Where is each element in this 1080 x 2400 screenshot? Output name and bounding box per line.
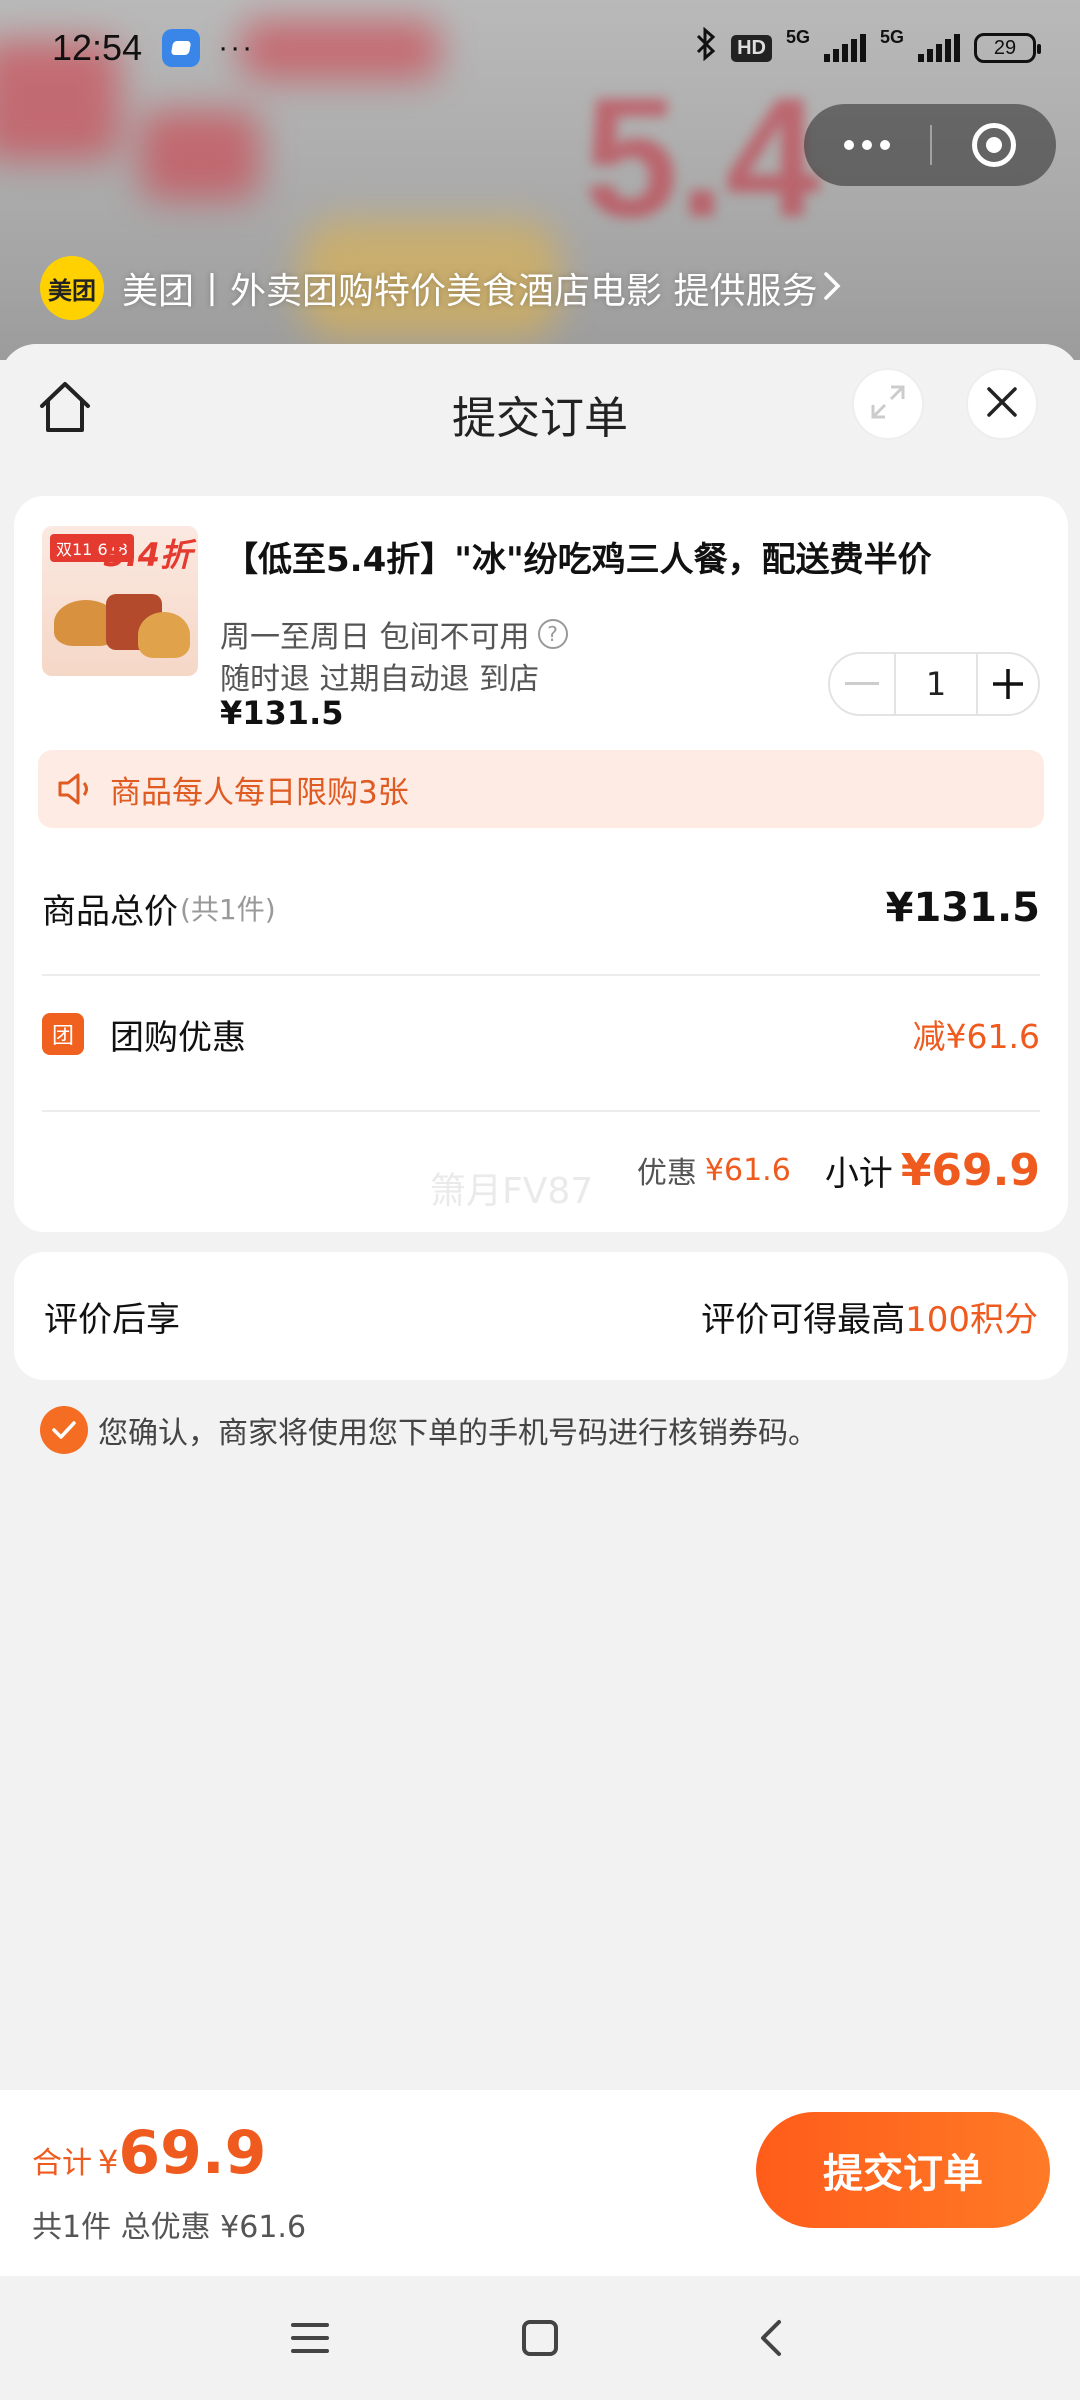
status-bar: 12:54 ··· HD 5G 5G 29 [0,0,1080,96]
review-reward-prefix: 评价可得最高 [701,1299,906,1340]
chevron-right-icon [823,266,841,310]
decrease-quantity-button[interactable] [830,654,894,714]
availability-text: 周一至周日 包间不可用 [220,620,530,655]
speaker-icon [58,773,88,805]
mini-program-capsule [804,104,1056,186]
checkout-bar: 合计 ¥ 69.9 共1件 总优惠 ¥61.6 提交订单 [0,2090,1080,2276]
signal-icon-1 [823,34,866,62]
battery-icon: 29 [974,33,1041,63]
meituan-logo: 美团 [40,256,104,320]
product-image-discount: 5.4折 [103,536,192,574]
home-nav-icon[interactable] [425,2318,655,2358]
grand-total-label: 合计 [32,2146,92,2181]
phone-confirm: 您确认，商家将使用您下单的手机号码进行核销券码。 [40,1406,818,1454]
order-sheet: 提交订单 双11 618 5.4折 【低至5.4折】"冰"纷吃鸡三人餐，配送费半… [0,344,1080,2090]
expand-button[interactable] [852,368,924,440]
network-type-1: 5G [785,26,810,47]
purchase-limit-notice: 商品每人每日限购3张 [38,750,1044,828]
divider [42,974,1040,976]
grand-total-amount: 69.9 [118,2118,267,2188]
help-icon[interactable]: ? [537,619,568,649]
subtotal-row: 优惠 ¥61.6 小计 ¥69.9 [42,1128,1040,1212]
total-price-label: 商品总价 [42,891,178,932]
network-type-2: 5G [879,26,904,47]
system-navigation-bar [0,2276,1080,2400]
order-summary: 共1件 总优惠 ¥61.6 [32,2210,307,2245]
order-card: 双11 618 5.4折 【低至5.4折】"冰"纷吃鸡三人餐，配送费半价 周一至… [14,496,1068,1232]
expand-icon [869,383,907,425]
review-reward-label: 评价后享 [44,1299,180,1340]
provider-text: 美团丨外卖团购特价美食酒店电影 提供服务 [122,271,818,312]
subtotal-discount-value: ¥61.6 [704,1152,791,1188]
increase-quantity-button[interactable] [978,654,1038,714]
checkbox-checked-icon[interactable] [40,1406,88,1454]
grand-total: 合计 ¥ 69.9 [32,2118,266,2188]
subtotal-label: 小计 [824,1153,893,1194]
confirm-text: 您确认，商家将使用您下单的手机号码进行核销券码。 [98,1416,818,1451]
notice-text: 商品每人每日限购3张 [110,774,409,811]
service-provider-link[interactable]: 美团 美团丨外卖团购特价美食酒店电影 提供服务 [40,256,841,320]
group-buy-icon: 团 [42,1013,84,1055]
divider [42,1110,1040,1112]
close-button[interactable] [966,368,1038,440]
menu-icon[interactable] [195,2321,425,2355]
hd-icon: HD [731,34,772,62]
group-discount-row: 团 团购优惠 减¥61.6 [42,994,1040,1074]
quantity-stepper: 1 [828,652,1040,716]
review-reward-card[interactable]: 评价后享 评价可得最高100积分 [14,1252,1068,1380]
signal-icon-2 [918,34,960,62]
app-notification-icon [162,29,201,67]
product-availability: 周一至周日 包间不可用 ? [220,612,568,656]
quantity-value[interactable]: 1 [894,654,978,714]
back-icon[interactable] [655,2318,885,2358]
group-discount-label: 团购优惠 [110,1017,246,1058]
total-price-value: ¥131.5 [885,885,1040,931]
group-discount-value: 减¥61.6 [912,1017,1040,1056]
status-time: 12:54 [52,27,143,68]
unit-price: ¥131.5 [220,694,344,732]
refund-policy: 随时退 过期自动退 到店 [220,662,540,697]
product-title[interactable]: 【低至5.4折】"冰"纷吃鸡三人餐，配送费半价 [224,532,932,581]
close-icon [985,385,1019,423]
submit-order-button[interactable]: 提交订单 [756,2112,1050,2228]
sheet-header: 提交订单 [0,344,1080,472]
subtotal-value: ¥69.9 [900,1144,1040,1196]
bluetooth-icon [695,26,717,70]
close-mini-program-icon[interactable] [932,123,1056,167]
product-image[interactable]: 双11 618 5.4折 [42,526,198,676]
review-reward-info: 评价可得最高100积分 [701,1292,1038,1341]
more-options-icon[interactable] [804,140,930,150]
item-count: (共1件) [180,893,276,926]
total-price-row: 商品总价 (共1件) ¥131.5 [42,868,1040,948]
subtotal-discount-label: 优惠 [636,1156,697,1191]
currency-symbol: ¥ [98,2143,119,2181]
review-reward-points: 100积分 [905,1299,1038,1340]
status-more-dots: ··· [218,31,255,64]
